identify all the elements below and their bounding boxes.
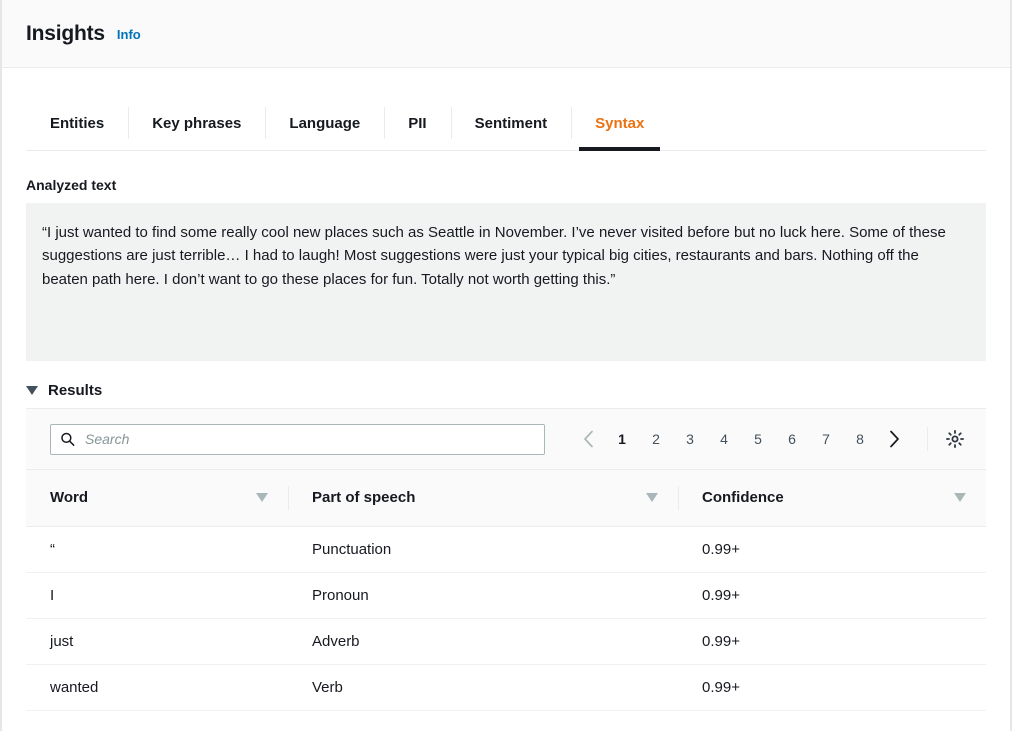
pagination-page-3[interactable]: 3 [673, 422, 707, 456]
column-header-word-label: Word [50, 489, 88, 506]
pagination-page-6[interactable]: 6 [775, 422, 809, 456]
pagination-page-2[interactable]: 2 [639, 422, 673, 456]
table-row[interactable]: “ Punctuation 0.99+ [26, 526, 986, 572]
cell-word: wanted [26, 664, 288, 710]
pagination-page-5[interactable]: 5 [741, 422, 775, 456]
search-box [50, 424, 545, 455]
table-row[interactable]: I Pronoun 0.99+ [26, 572, 986, 618]
results-table: Word Part of speech Co [26, 470, 986, 711]
results-toolbar: 1 2 3 4 5 6 7 8 [26, 409, 986, 470]
tabs-container: Entities Key phrases Language PII Sentim… [2, 95, 1010, 151]
pagination-page-1[interactable]: 1 [605, 422, 639, 456]
chevron-down-icon[interactable] [26, 386, 38, 395]
cell-word: “ [26, 526, 288, 572]
analyzed-text-label: Analyzed text [26, 177, 986, 193]
pagination: 1 2 3 4 5 6 7 8 [571, 422, 970, 456]
column-header-part-of-speech[interactable]: Part of speech [288, 470, 678, 526]
cell-confidence: 0.99+ [678, 572, 986, 618]
table-row[interactable]: wanted Verb 0.99+ [26, 664, 986, 710]
chevron-right-icon [889, 430, 900, 448]
results-header: Results [26, 382, 986, 399]
analyzed-text-panel: “I just wanted to find some really cool … [26, 203, 986, 361]
sort-caret-icon[interactable] [954, 493, 966, 502]
cell-word: just [26, 618, 288, 664]
cell-word: I [26, 572, 288, 618]
tab-syntax[interactable]: Syntax [571, 95, 668, 151]
column-header-confidence-label: Confidence [702, 489, 784, 506]
tab-key-phrases[interactable]: Key phrases [128, 95, 265, 151]
table-body: “ Punctuation 0.99+ I Pronoun 0.99+ just… [26, 526, 986, 710]
column-header-part-of-speech-label: Part of speech [312, 489, 415, 506]
sort-caret-icon[interactable] [256, 493, 268, 502]
search-input[interactable] [50, 424, 545, 455]
info-link[interactable]: Info [117, 28, 141, 41]
tab-sentiment[interactable]: Sentiment [451, 95, 572, 151]
analyzed-text-content: “I just wanted to find some really cool … [42, 221, 952, 291]
page-header: Insights Info [2, 0, 1010, 68]
cell-confidence: 0.99+ [678, 618, 986, 664]
chevron-left-icon [583, 430, 594, 448]
pagination-next-button[interactable] [877, 422, 911, 456]
results-table-card: 1 2 3 4 5 6 7 8 [26, 408, 986, 711]
pagination-page-7[interactable]: 7 [809, 422, 843, 456]
cell-part-of-speech: Pronoun [288, 572, 678, 618]
cell-confidence: 0.99+ [678, 664, 986, 710]
results-title: Results [48, 382, 102, 399]
tab-language[interactable]: Language [265, 95, 384, 151]
pagination-page-4[interactable]: 4 [707, 422, 741, 456]
gear-icon [945, 429, 965, 449]
column-header-word[interactable]: Word [26, 470, 288, 526]
tab-entities[interactable]: Entities [26, 95, 128, 151]
insights-page: Insights Info Entities Key phrases Langu… [0, 0, 1012, 731]
table-row[interactable]: just Adverb 0.99+ [26, 618, 986, 664]
column-header-confidence[interactable]: Confidence [678, 470, 986, 526]
cell-part-of-speech: Adverb [288, 618, 678, 664]
sort-caret-icon[interactable] [646, 493, 658, 502]
tab-pii[interactable]: PII [384, 95, 450, 151]
table-header-row: Word Part of speech Co [26, 470, 986, 526]
cell-part-of-speech: Punctuation [288, 526, 678, 572]
pagination-prev-button[interactable] [571, 422, 605, 456]
table-head: Word Part of speech Co [26, 470, 986, 526]
cell-confidence: 0.99+ [678, 526, 986, 572]
pagination-page-8[interactable]: 8 [843, 422, 877, 456]
table-settings-button[interactable] [940, 424, 970, 454]
page-title: Insights [26, 23, 105, 44]
toolbar-divider [927, 427, 928, 451]
analyzed-text-section: Analyzed text “I just wanted to find som… [2, 177, 1010, 711]
cell-part-of-speech: Verb [288, 664, 678, 710]
tab-list: Entities Key phrases Language PII Sentim… [26, 95, 986, 151]
